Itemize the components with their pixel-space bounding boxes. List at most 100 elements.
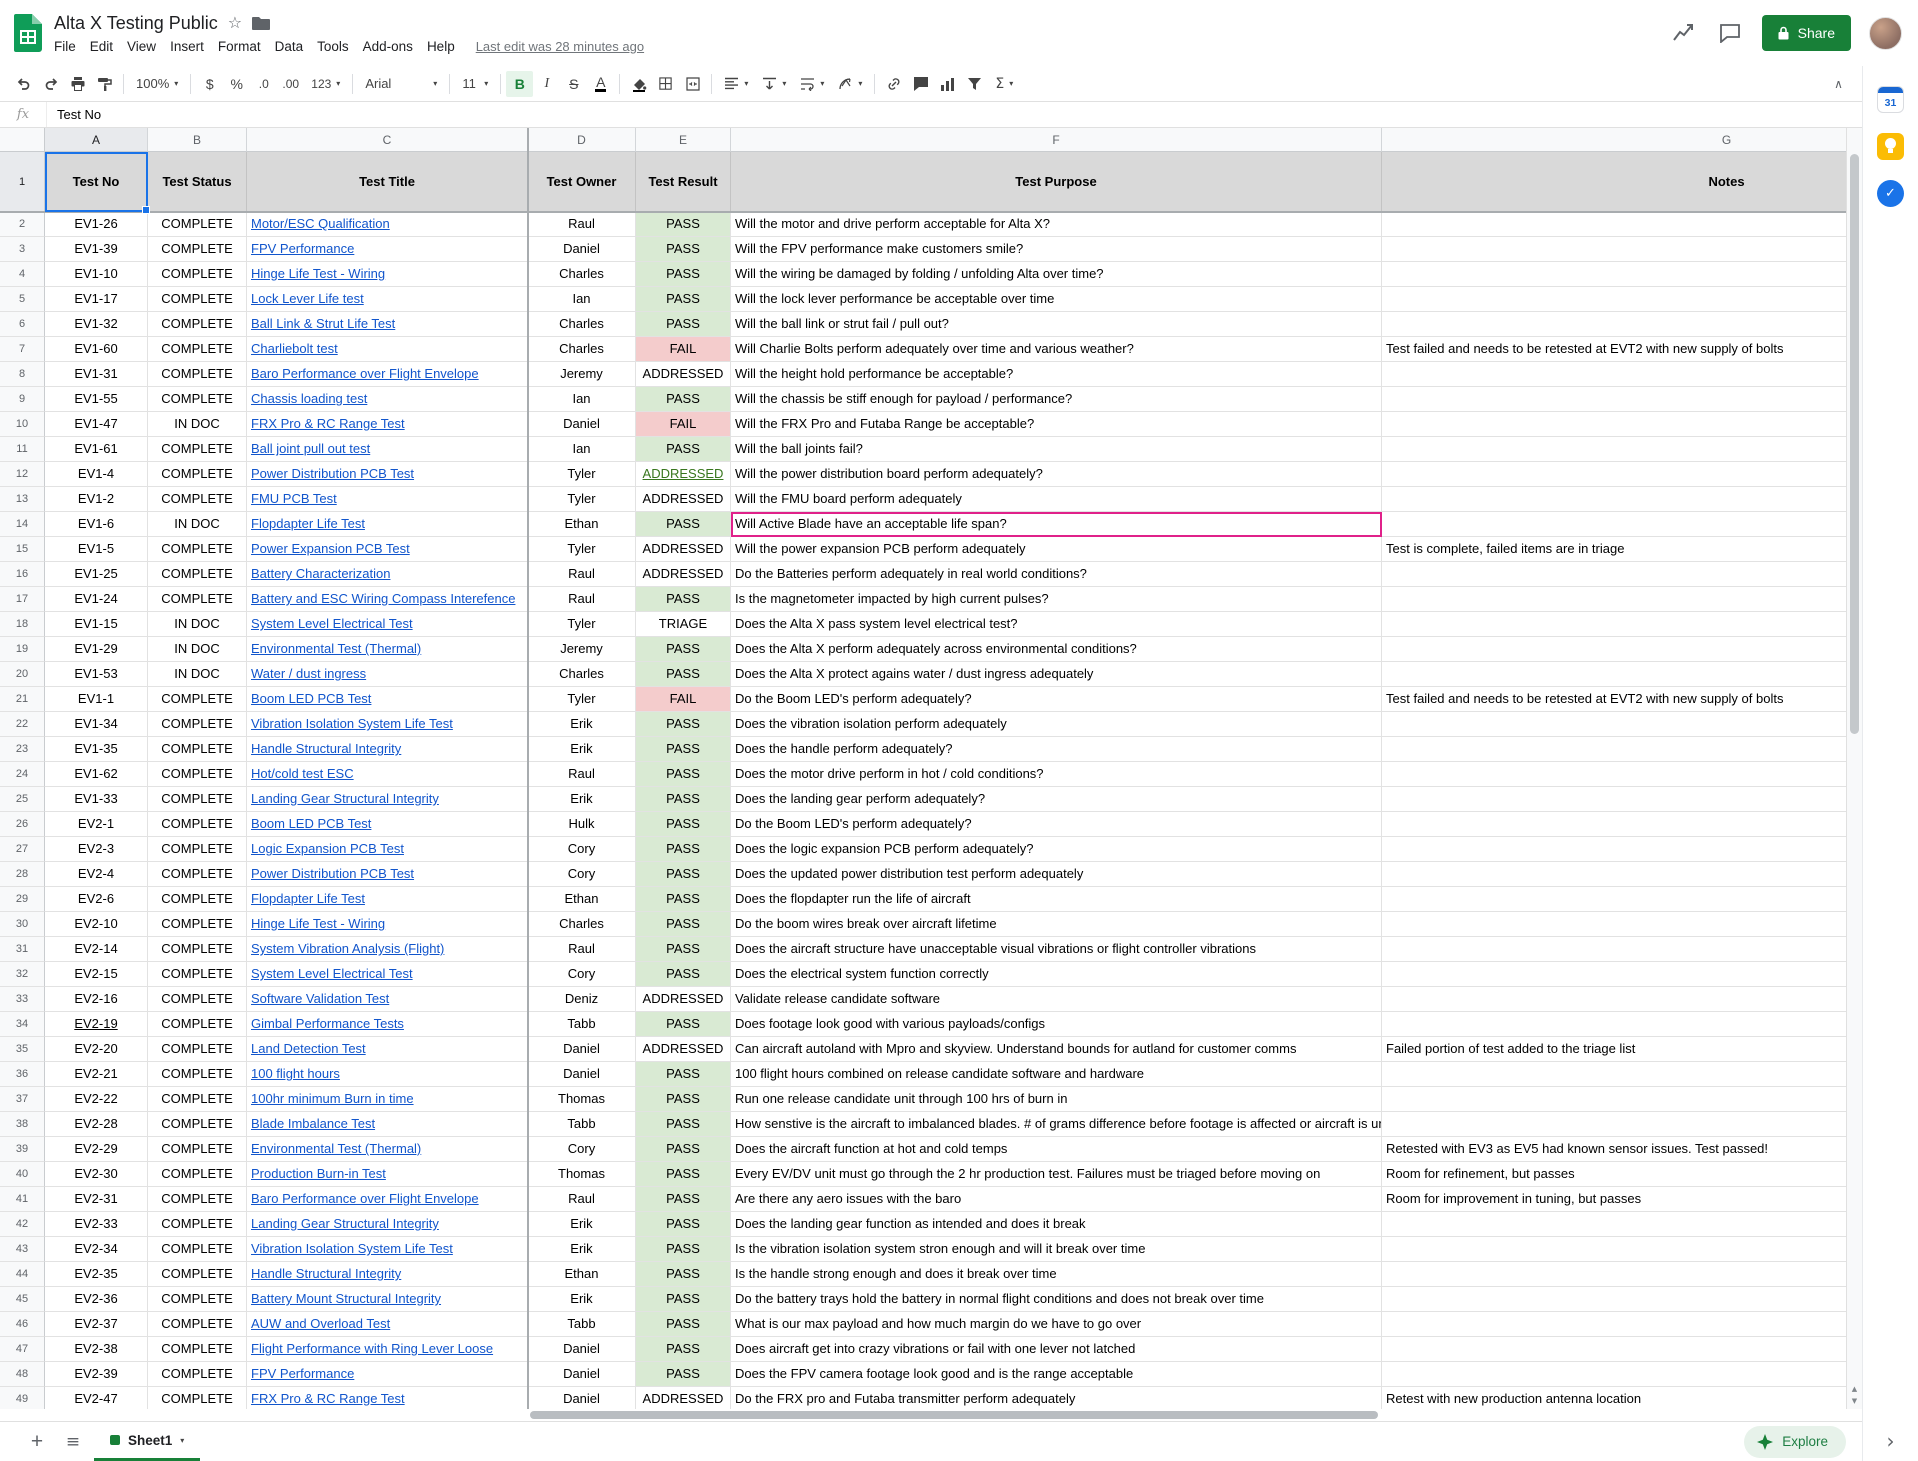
cell-B25[interactable]: COMPLETE: [148, 787, 247, 812]
test-title-link[interactable]: Flopdapter Life Test: [251, 891, 365, 906]
cell-D10[interactable]: Daniel: [528, 412, 636, 437]
cell-A15[interactable]: EV1-5: [45, 537, 148, 562]
cell-E49[interactable]: ADDRESSED: [636, 1387, 731, 1409]
cell-D3[interactable]: Daniel: [528, 237, 636, 262]
cell-A19[interactable]: EV1-29: [45, 637, 148, 662]
cell-G23[interactable]: [1382, 737, 1846, 762]
cell-A39[interactable]: EV2-29: [45, 1137, 148, 1162]
cell-E46[interactable]: PASS: [636, 1312, 731, 1337]
test-title-link[interactable]: AUW and Overload Test: [251, 1316, 390, 1331]
horizontal-scrollbar[interactable]: [0, 1409, 1862, 1421]
cell-F33[interactable]: Validate release candidate software: [731, 987, 1382, 1012]
cell-A34[interactable]: EV2-19: [45, 1012, 148, 1037]
cell-D44[interactable]: Ethan: [528, 1262, 636, 1287]
row-header-9[interactable]: 9: [0, 387, 45, 412]
cell-A36[interactable]: EV2-21: [45, 1062, 148, 1087]
test-title-link[interactable]: Hot/cold test ESC: [251, 766, 354, 781]
cell-E31[interactable]: PASS: [636, 937, 731, 962]
cell-D31[interactable]: Raul: [528, 937, 636, 962]
share-button[interactable]: Share: [1762, 15, 1851, 51]
cell-E17[interactable]: PASS: [636, 587, 731, 612]
test-title-link[interactable]: Power Expansion PCB Test: [251, 541, 410, 556]
test-title-link[interactable]: Ball joint pull out test: [251, 441, 370, 456]
format-currency-button[interactable]: $: [196, 71, 223, 97]
user-avatar[interactable]: [1869, 17, 1902, 50]
test-result-link[interactable]: ADDRESSED: [643, 466, 724, 481]
cell-B5[interactable]: COMPLETE: [148, 287, 247, 312]
cell-A24[interactable]: EV1-62: [45, 762, 148, 787]
vertical-align-dropdown[interactable]: ▾: [755, 71, 793, 97]
test-title-link[interactable]: FRX Pro & RC Range Test: [251, 416, 405, 431]
cell-E23[interactable]: PASS: [636, 737, 731, 762]
cell-A30[interactable]: EV2-10: [45, 912, 148, 937]
test-title-link[interactable]: Lock Lever Life test: [251, 291, 364, 306]
cell-G2[interactable]: [1382, 212, 1846, 237]
cell-G16[interactable]: [1382, 562, 1846, 587]
row-header-42[interactable]: 42: [0, 1212, 45, 1237]
cell-A11[interactable]: EV1-61: [45, 437, 148, 462]
cell-F48[interactable]: Does the FPV camera footage look good an…: [731, 1362, 1382, 1387]
cell-G42[interactable]: [1382, 1212, 1846, 1237]
cell-E21[interactable]: FAIL: [636, 687, 731, 712]
cell-B39[interactable]: COMPLETE: [148, 1137, 247, 1162]
cell-C10[interactable]: FRX Pro & RC Range Test: [247, 412, 528, 437]
menu-format[interactable]: Format: [211, 37, 268, 56]
cell-A20[interactable]: EV1-53: [45, 662, 148, 687]
test-title-link[interactable]: Land Detection Test: [251, 1041, 366, 1056]
cell-C27[interactable]: Logic Expansion PCB Test: [247, 837, 528, 862]
cell-B42[interactable]: COMPLETE: [148, 1212, 247, 1237]
header-cell-B1[interactable]: Test Status: [148, 152, 247, 212]
test-title-link[interactable]: FRX Pro & RC Range Test: [251, 1391, 405, 1406]
insert-comment-button[interactable]: [907, 71, 934, 97]
cell-A22[interactable]: EV1-34: [45, 712, 148, 737]
text-color-button[interactable]: A: [587, 71, 614, 97]
horizontal-align-dropdown[interactable]: ▾: [717, 71, 755, 97]
cell-F6[interactable]: Will the ball link or strut fail / pull …: [731, 312, 1382, 337]
row-header-29[interactable]: 29: [0, 887, 45, 912]
row-header-34[interactable]: 34: [0, 1012, 45, 1037]
cell-G20[interactable]: [1382, 662, 1846, 687]
cell-E35[interactable]: ADDRESSED: [636, 1037, 731, 1062]
paint-format-button[interactable]: [91, 71, 118, 97]
cell-D19[interactable]: Jeremy: [528, 637, 636, 662]
cell-D30[interactable]: Charles: [528, 912, 636, 937]
row-header-37[interactable]: 37: [0, 1087, 45, 1112]
cell-A18[interactable]: EV1-15: [45, 612, 148, 637]
insert-chart-button[interactable]: [934, 71, 961, 97]
cell-G40[interactable]: Room for refinement, but passes: [1382, 1162, 1846, 1187]
header-cell-A1[interactable]: Test No: [45, 152, 148, 212]
test-title-link[interactable]: Motor/ESC Qualification: [251, 216, 390, 231]
text-rotation-dropdown[interactable]: ▾: [831, 71, 869, 97]
cell-D6[interactable]: Charles: [528, 312, 636, 337]
cell-F14[interactable]: Will Active Blade have an acceptable lif…: [731, 512, 1382, 537]
collapse-toolbar-button[interactable]: ∧: [1825, 71, 1852, 97]
cell-E13[interactable]: ADDRESSED: [636, 487, 731, 512]
cell-B38[interactable]: COMPLETE: [148, 1112, 247, 1137]
cell-C37[interactable]: 100hr minimum Burn in time: [247, 1087, 528, 1112]
cell-D29[interactable]: Ethan: [528, 887, 636, 912]
cell-G36[interactable]: [1382, 1062, 1846, 1087]
test-title-link[interactable]: Software Validation Test: [251, 991, 389, 1006]
cell-C40[interactable]: Production Burn-in Test: [247, 1162, 528, 1187]
cell-C11[interactable]: Ball joint pull out test: [247, 437, 528, 462]
cell-E4[interactable]: PASS: [636, 262, 731, 287]
test-title-link[interactable]: FPV Performance: [251, 1366, 354, 1381]
cell-F20[interactable]: Does the Alta X protect agains water / d…: [731, 662, 1382, 687]
cell-F7[interactable]: Will Charlie Bolts perform adequately ov…: [731, 337, 1382, 362]
column-header-G[interactable]: G: [1382, 128, 1846, 152]
cell-F4[interactable]: Will the wiring be damaged by folding / …: [731, 262, 1382, 287]
cell-D4[interactable]: Charles: [528, 262, 636, 287]
cell-G33[interactable]: [1382, 987, 1846, 1012]
vertical-scrollbar[interactable]: ▲ ▼: [1846, 128, 1862, 1409]
cell-C16[interactable]: Battery Characterization: [247, 562, 528, 587]
cell-C17[interactable]: Battery and ESC Wiring Compass Interefen…: [247, 587, 528, 612]
cell-G47[interactable]: [1382, 1337, 1846, 1362]
cell-G32[interactable]: [1382, 962, 1846, 987]
cell-G48[interactable]: [1382, 1362, 1846, 1387]
cell-E7[interactable]: FAIL: [636, 337, 731, 362]
test-title-link[interactable]: Environmental Test (Thermal): [251, 1141, 421, 1156]
cell-C21[interactable]: Boom LED PCB Test: [247, 687, 528, 712]
cell-A33[interactable]: EV2-16: [45, 987, 148, 1012]
cell-D38[interactable]: Tabb: [528, 1112, 636, 1137]
cell-A42[interactable]: EV2-33: [45, 1212, 148, 1237]
